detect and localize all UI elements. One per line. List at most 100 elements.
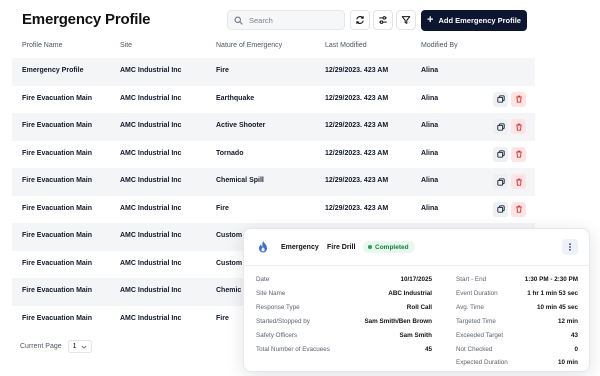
delete-button[interactable] <box>511 91 526 107</box>
copy-icon <box>496 150 505 158</box>
filter-icon <box>401 16 411 24</box>
cell-profile-name: Fire Evacuation Main <box>22 232 93 239</box>
detail-label: Start - End <box>456 276 487 283</box>
cell-nature: Custom <box>216 259 243 267</box>
detail-label: Site Name <box>256 290 286 297</box>
drill-name: Fire Drill <box>327 244 356 251</box>
search-input[interactable] <box>249 15 339 25</box>
cell-modified-by: Alina <box>421 177 439 184</box>
page-title: Emergency Profile <box>22 11 151 28</box>
trash-icon <box>515 178 522 186</box>
table-row[interactable]: Fire Evacuation Main AMC Industrial Inc … <box>12 86 535 114</box>
delete-button[interactable] <box>511 174 526 189</box>
table-row[interactable]: Emergency Profile AMC Industrial Inc Fir… <box>12 58 535 86</box>
copy-button[interactable] <box>493 119 508 134</box>
table-row[interactable]: Fire Evacuation Main AMC Industrial Inc … <box>12 196 535 224</box>
detail-label: Total Number of Evacuees <box>256 346 330 353</box>
cell-profile-name: Fire Evacuation Main <box>22 94 93 102</box>
detail-value: 0 <box>574 346 578 353</box>
cell-site: AMC Industrial Inc <box>120 122 182 129</box>
cell-site: AMC Industrial Inc <box>120 287 182 294</box>
column-site[interactable]: Site <box>120 42 132 49</box>
page-select-value: 1 <box>72 343 77 350</box>
cell-nature: Chemical Spill <box>216 177 264 184</box>
table-row[interactable]: Fire Evacuation Main AMC Industrial Inc … <box>12 141 535 169</box>
column-nature-of-emergency[interactable]: Nature of Emergency <box>216 42 282 49</box>
cell-last-modified: 12/29/2023. 423 AM <box>325 149 389 157</box>
cell-last-modified: 12/29/2023. 423 AM <box>325 204 389 212</box>
detail-value: 45 <box>424 346 432 353</box>
detail-value: 1 hr 1 min 53 sec <box>527 290 578 297</box>
cell-profile-name: Fire Evacuation Main <box>22 177 93 184</box>
column-profile-name[interactable]: Profile Name <box>22 42 62 49</box>
filter-button[interactable] <box>396 10 416 30</box>
copy-icon <box>496 205 505 213</box>
trash-icon <box>515 150 522 158</box>
cell-site: AMC Industrial Inc <box>120 177 182 184</box>
detail-value: Sam Smith <box>399 332 432 339</box>
detail-label: Not Checked <box>456 346 493 353</box>
cell-profile-name: Fire Evacuation Main <box>22 259 93 267</box>
add-emergency-profile-button[interactable]: + Add Emergency Profile <box>421 10 527 31</box>
cell-last-modified: 12/29/2023. 423 AM <box>325 94 389 102</box>
pagination: Current Page 1 <box>20 340 92 353</box>
cell-modified-by: Alina <box>421 204 439 212</box>
refresh-button[interactable] <box>350 10 370 30</box>
cell-nature: Tornado <box>216 149 244 157</box>
trash-icon <box>515 95 522 103</box>
cell-site: AMC Industrial Inc <box>120 232 182 239</box>
table-row[interactable]: Fire Evacuation Main AMC Industrial Inc … <box>12 168 535 196</box>
detail-value: Sam Smith/Ben Brown <box>364 318 432 325</box>
delete-button[interactable] <box>511 201 526 217</box>
copy-icon <box>496 177 505 186</box>
copy-button[interactable] <box>493 174 508 189</box>
cell-nature: Fire <box>216 314 229 322</box>
column-modified-by[interactable]: Modified By <box>421 42 458 49</box>
detail-label: Started/Stopped by <box>256 318 310 325</box>
detail-value: 10 min <box>558 359 578 366</box>
detail-label: Safety Officers <box>256 332 298 339</box>
trash-icon <box>515 205 522 213</box>
cell-site: AMC Industrial Inc <box>120 94 182 102</box>
search-box[interactable] <box>227 10 345 30</box>
cell-modified-by: Alina <box>421 94 439 102</box>
cell-modified-by: Alina <box>421 122 439 129</box>
column-last-modified[interactable]: Last Modified <box>325 42 367 49</box>
cell-nature: Fire <box>216 204 229 212</box>
status-dot-icon <box>368 245 372 249</box>
cell-profile-name: Fire Evacuation Main <box>22 122 93 129</box>
status-text: Completed <box>375 243 409 251</box>
table-header: Profile Name Site Nature of Emergency La… <box>12 36 535 58</box>
cell-last-modified: 12/29/2023. 423 AM <box>325 67 389 74</box>
drill-summary-card: Emergency Fire Drill Completed Date 10/1… <box>243 228 590 372</box>
detail-value: 1:30 PM - 2:30 PM <box>524 276 578 283</box>
current-page-label: Current Page <box>20 343 62 350</box>
cell-nature: Fire <box>216 67 229 74</box>
detail-label: Date <box>256 276 270 283</box>
search-icon <box>234 16 243 25</box>
detail-value: 12 min <box>558 318 578 325</box>
sliders-button[interactable] <box>373 10 393 30</box>
cell-profile-name: Fire Evacuation Main <box>22 287 93 294</box>
table-row[interactable]: Fire Evacuation Main AMC Industrial Inc … <box>12 113 535 141</box>
cell-site: AMC Industrial Inc <box>120 314 182 322</box>
copy-button[interactable] <box>493 201 508 217</box>
copy-button[interactable] <box>493 146 508 162</box>
cell-modified-by: Alina <box>421 67 439 74</box>
detail-value: 10 min 45 sec <box>537 304 578 311</box>
copy-button[interactable] <box>493 91 508 107</box>
status-badge: Completed <box>363 241 415 253</box>
more-options-button[interactable] <box>562 239 578 255</box>
delete-button[interactable] <box>511 146 526 162</box>
page-select[interactable]: 1 <box>67 340 92 353</box>
cell-site: AMC Industrial Inc <box>120 149 182 157</box>
refresh-icon <box>356 16 364 24</box>
sliders-icon <box>379 16 387 24</box>
delete-button[interactable] <box>511 119 526 134</box>
cell-profile-name: Fire Evacuation Main <box>22 149 93 157</box>
cell-nature: Active Shooter <box>216 122 266 129</box>
cell-profile-name: Emergency Profile <box>22 67 84 74</box>
detail-value: 43 <box>570 332 578 339</box>
card-divider <box>244 265 589 266</box>
cell-nature: Custom <box>216 232 243 239</box>
